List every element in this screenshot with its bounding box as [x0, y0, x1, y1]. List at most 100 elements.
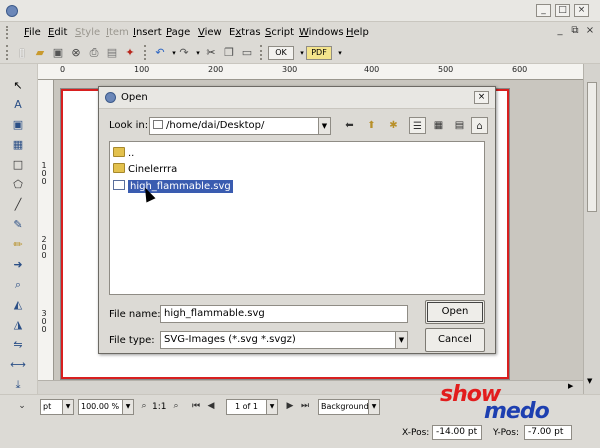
- open-folder-icon[interactable]: ▰: [32, 45, 48, 61]
- zoom-ratio-button[interactable]: 1:1: [152, 402, 166, 412]
- preflight-icon[interactable]: ▤: [104, 45, 120, 61]
- bezier-icon[interactable]: ✎: [10, 217, 26, 233]
- svg-file-icon: [113, 180, 125, 190]
- toolbar-grip[interactable]: [260, 45, 264, 60]
- chevron-down-icon[interactable]: ▾: [332, 45, 348, 61]
- paste-icon[interactable]: ▭: [239, 45, 255, 61]
- line-icon[interactable]: ╱: [10, 197, 26, 213]
- list-item[interactable]: Cinelerrra: [113, 162, 177, 177]
- menu-page[interactable]: Page: [166, 27, 190, 38]
- zoom-value: 100.00 %: [81, 402, 120, 411]
- shape-icon[interactable]: □: [10, 157, 26, 173]
- list-item[interactable]: ..: [113, 146, 134, 161]
- zoom-in-icon[interactable]: ⌕: [170, 400, 182, 412]
- vertical-scrollbar[interactable]: ▼: [583, 64, 600, 394]
- menu-script[interactable]: Script: [265, 27, 294, 38]
- open-button[interactable]: Open: [425, 300, 485, 324]
- menu-view[interactable]: View: [198, 27, 222, 38]
- ruler-label: 2 0 0: [41, 235, 47, 260]
- first-page-icon[interactable]: ⏮: [190, 400, 202, 412]
- minimize-button[interactable]: _: [536, 4, 551, 17]
- open-file-dialog: Open × Look in: /home/dai/Desktop/ ▼ ⬅ ⬆…: [98, 86, 496, 354]
- chevron-down-icon[interactable]: ▼: [395, 332, 407, 348]
- ruler-label: 100: [134, 65, 150, 74]
- file-type-label: File type:: [109, 335, 155, 346]
- menu-file[interactable]: File: [24, 27, 41, 38]
- menubar-grip[interactable]: [6, 26, 10, 39]
- unit-select[interactable]: pt ▼: [40, 399, 74, 415]
- select-tool-icon[interactable]: ↖: [10, 78, 26, 94]
- toolbar-grip[interactable]: [6, 45, 10, 60]
- text-frame-icon[interactable]: A: [10, 97, 26, 113]
- previous-page-icon[interactable]: ◀: [205, 400, 217, 412]
- toolbox-expand-icon[interactable]: ⌄: [16, 400, 28, 412]
- ruler-label: 3 0 0: [41, 309, 47, 334]
- zoom-out-icon[interactable]: ⌕: [138, 400, 150, 412]
- maximize-button[interactable]: □: [555, 4, 570, 17]
- file-name: Cinelerrra: [128, 164, 178, 175]
- tools-palette: ↖ A ▣ ▦ □ ⬠ ╱ ✎ ✏ ➜ ⌕ ◭ ◮ ⇋ ⟷ ⤓: [0, 64, 38, 394]
- scroll-down-icon[interactable]: ▼: [587, 377, 592, 385]
- menu-windows[interactable]: Windows: [299, 27, 344, 38]
- freehand-icon[interactable]: ✏: [10, 237, 26, 253]
- folder-icon: [113, 147, 125, 157]
- edit-contents-icon[interactable]: ◭: [10, 297, 26, 313]
- close-window-button[interactable]: ×: [574, 4, 589, 17]
- home-icon[interactable]: ⌂: [471, 117, 488, 134]
- menu-extras[interactable]: Extras: [229, 27, 261, 38]
- page-select[interactable]: 1 of 1 ▼: [226, 399, 278, 415]
- list-view-icon[interactable]: ☰: [409, 117, 426, 134]
- detail-view-icon[interactable]: ▦: [430, 117, 447, 134]
- cancel-button[interactable]: Cancel: [425, 328, 485, 352]
- list-item[interactable]: high_flammable.svg: [113, 179, 233, 194]
- chevron-down-icon[interactable]: ▼: [266, 400, 277, 414]
- zoom-select[interactable]: 100.00 % ▼: [78, 399, 134, 415]
- chevron-down-icon[interactable]: ▼: [318, 118, 330, 134]
- new-folder-icon[interactable]: ✱: [385, 117, 402, 134]
- zoom-icon[interactable]: ⌕: [10, 277, 26, 293]
- link-frames-icon[interactable]: ◮: [10, 317, 26, 333]
- dialog-close-button[interactable]: ×: [474, 91, 489, 104]
- parent-folder-icon[interactable]: ⬆: [363, 117, 380, 134]
- eyedropper-icon[interactable]: ⤓: [10, 377, 26, 393]
- preview-view-icon[interactable]: ▤: [451, 117, 468, 134]
- toolbar-grip[interactable]: [144, 45, 148, 60]
- look-in-select[interactable]: /home/dai/Desktop/ ▼: [149, 117, 331, 135]
- print-icon[interactable]: ⎙: [86, 45, 102, 61]
- mdi-close-icon[interactable]: ×: [584, 25, 596, 37]
- chevron-down-icon[interactable]: ▼: [368, 400, 379, 414]
- save-icon[interactable]: ▣: [50, 45, 66, 61]
- menu-edit[interactable]: Edit: [48, 27, 67, 38]
- cut-icon[interactable]: ✂: [203, 45, 219, 61]
- new-document-icon[interactable]: ▯: [14, 45, 30, 61]
- unlink-frames-icon[interactable]: ⇋: [10, 337, 26, 353]
- image-frame-icon[interactable]: ▣: [10, 117, 26, 133]
- chevron-down-icon[interactable]: ▼: [62, 400, 73, 414]
- layer-select[interactable]: Background ▼: [318, 399, 380, 415]
- scrollbar-thumb[interactable]: [587, 82, 597, 212]
- file-name-input[interactable]: high_flammable.svg: [160, 305, 408, 323]
- menu-insert[interactable]: Insert: [133, 27, 162, 38]
- app-icon[interactable]: [6, 5, 18, 17]
- export-pdf-icon[interactable]: ✦: [122, 45, 138, 61]
- back-arrow-icon[interactable]: ⬅: [341, 117, 358, 134]
- close-document-icon[interactable]: ⊗: [68, 45, 84, 61]
- last-page-icon[interactable]: ⏭: [299, 400, 311, 412]
- chevron-down-icon[interactable]: ▼: [122, 400, 133, 414]
- copy-icon[interactable]: ❐: [221, 45, 237, 61]
- preview-mode-badge[interactable]: OK: [268, 46, 294, 60]
- file-list[interactable]: .. Cinelerrra high_flammable.svg: [109, 141, 485, 295]
- next-page-icon[interactable]: ▶: [284, 400, 296, 412]
- mdi-minimize-icon[interactable]: _: [554, 25, 566, 37]
- pdf-tools-badge[interactable]: PDF: [306, 46, 332, 60]
- watermark-medo-text: medo: [484, 399, 550, 424]
- polygon-icon[interactable]: ⬠: [10, 177, 26, 193]
- rotate-icon[interactable]: ➜: [10, 257, 26, 273]
- menu-help[interactable]: Help: [346, 27, 369, 38]
- file-type-select[interactable]: SVG-Images (*.svg *.svgz) ▼: [160, 331, 408, 349]
- ruler-label: 500: [438, 65, 454, 74]
- table-icon[interactable]: ▦: [10, 137, 26, 153]
- mdi-restore-icon[interactable]: ⧉: [569, 25, 581, 37]
- measurements-icon[interactable]: ⟷: [10, 357, 26, 373]
- ruler-label: 200: [208, 65, 224, 74]
